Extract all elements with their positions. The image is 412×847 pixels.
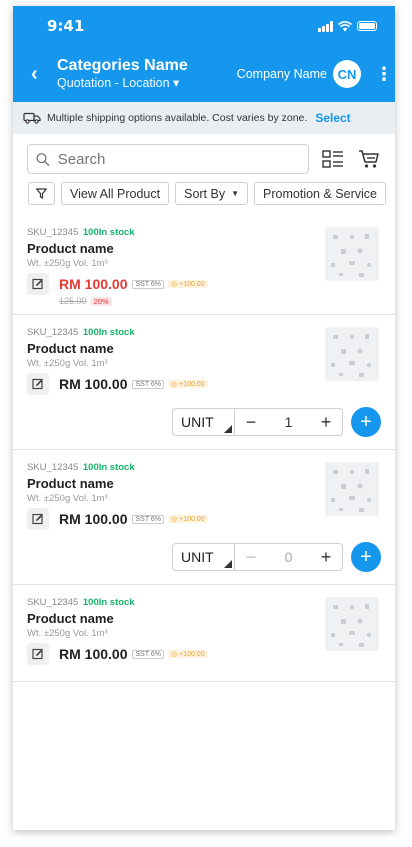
product-price: RM 100.00 [59, 276, 128, 292]
old-price: 125.00 [59, 296, 87, 306]
filter-icon [36, 188, 47, 199]
avatar[interactable]: CN [333, 60, 361, 88]
stock-status: 100In stock [82, 227, 135, 238]
product-card[interactable]: SKU_12345 100In stock Product name Wt. ±… [13, 315, 395, 450]
select-shipping-link[interactable]: Select [315, 111, 350, 125]
plus-icon[interactable]: + [310, 544, 342, 570]
edit-icon[interactable] [27, 373, 49, 395]
shipping-notice: Multiple shipping options available. Cos… [13, 102, 395, 134]
sku-code: SKU_12345 [27, 227, 79, 238]
product-card[interactable]: SKU_12345 100In stock Product name Wt. ±… [13, 215, 395, 315]
minus-icon[interactable]: − [235, 409, 267, 435]
back-chevron-icon[interactable]: ‹ [31, 63, 51, 86]
sort-by-dropdown[interactable]: Sort By ▼ [175, 182, 249, 205]
edit-icon[interactable] [27, 508, 49, 530]
truck-icon [23, 112, 41, 124]
status-icons [318, 20, 377, 32]
sku-code: SKU_12345 [27, 327, 79, 338]
search-row [13, 144, 395, 174]
quantity-value[interactable]: 1 [267, 409, 310, 435]
edit-icon[interactable] [27, 643, 49, 665]
kebab-menu-icon[interactable]: ⋮ [375, 64, 393, 85]
coin-badge: ◎ +100.00 [168, 280, 208, 288]
discount-badge: 20% [90, 296, 112, 306]
wifi-icon [338, 20, 352, 31]
layout-toggle-icon[interactable] [321, 147, 345, 171]
add-to-cart-button[interactable]: + [351, 542, 381, 572]
product-thumbnail[interactable] [325, 227, 379, 281]
search-input[interactable] [57, 150, 300, 168]
product-price: RM 100.00 [59, 511, 128, 527]
quantity-stepper: UNIT − 1 + [172, 408, 343, 436]
quantity-row: UNIT − 0 + + [27, 542, 381, 572]
product-thumbnail[interactable] [325, 327, 379, 381]
search-icon [36, 152, 50, 166]
product-card[interactable]: SKU_12345 100In stock Product name Wt. ±… [13, 585, 395, 682]
quantity-stepper: UNIT − 0 + [172, 543, 343, 571]
signal-icon [318, 20, 333, 32]
title-bar: ‹ Categories Name Quotation - Location ▾… [13, 46, 395, 102]
location-dropdown[interactable]: Quotation - Location ▾ [57, 75, 237, 91]
product-price: RM 100.00 [59, 646, 128, 662]
unit-dropdown[interactable]: UNIT [173, 544, 235, 570]
sst-badge: SST 6% [132, 279, 165, 289]
minus-icon[interactable]: − [235, 544, 267, 570]
app-header: 9:41 ‹ Categories Name Quotation - Locat… [13, 6, 395, 102]
sku-code: SKU_12345 [27, 597, 79, 608]
cart-icon[interactable] [357, 147, 381, 171]
battery-icon [357, 21, 377, 31]
view-all-product-chip[interactable]: View All Product [61, 182, 170, 205]
filter-row: View All Product Sort By ▼ Promotion & S… [13, 182, 395, 205]
phone-screen: 9:41 ‹ Categories Name Quotation - Locat… [13, 6, 395, 830]
status-bar: 9:41 [13, 6, 395, 46]
stock-status: 100In stock [82, 327, 135, 338]
product-thumbnail[interactable] [325, 597, 379, 651]
sst-badge: SST 6% [132, 379, 165, 389]
quantity-row: UNIT − 1 + + [27, 407, 381, 437]
title-block: Categories Name Quotation - Location ▾ [57, 57, 237, 91]
coin-badge: ◎ +100.00 [168, 380, 208, 388]
sst-badge: SST 6% [132, 514, 165, 524]
caret-down-icon: ▼ [231, 189, 240, 198]
product-price: RM 100.00 [59, 376, 128, 392]
sku-code: SKU_12345 [27, 462, 79, 473]
product-list: SKU_12345 100In stock Product name Wt. ±… [13, 215, 395, 682]
filter-button[interactable] [28, 182, 55, 205]
coin-badge: ◎ +100.00 [168, 650, 208, 658]
search-box[interactable] [27, 144, 309, 174]
edit-icon[interactable] [27, 273, 49, 295]
sort-by-label: Sort By [184, 186, 226, 201]
promotion-service-chip[interactable]: Promotion & Service [254, 182, 386, 205]
page-title: Categories Name [57, 57, 188, 74]
old-price-row: 125.00 20% [59, 296, 381, 306]
unit-dropdown[interactable]: UNIT [173, 409, 235, 435]
add-to-cart-button[interactable]: + [351, 407, 381, 437]
company-name[interactable]: Company Name [237, 67, 327, 81]
product-thumbnail[interactable] [325, 462, 379, 516]
plus-icon[interactable]: + [310, 409, 342, 435]
stock-status: 100In stock [82, 462, 135, 473]
sst-badge: SST 6% [132, 649, 165, 659]
shipping-notice-text: Multiple shipping options available. Cos… [47, 112, 308, 124]
quantity-value[interactable]: 0 [267, 544, 310, 570]
stock-status: 100In stock [82, 597, 135, 608]
coin-badge: ◎ +100.00 [168, 515, 208, 523]
status-time: 9:41 [47, 17, 85, 35]
product-card[interactable]: SKU_12345 100In stock Product name Wt. ±… [13, 450, 395, 585]
